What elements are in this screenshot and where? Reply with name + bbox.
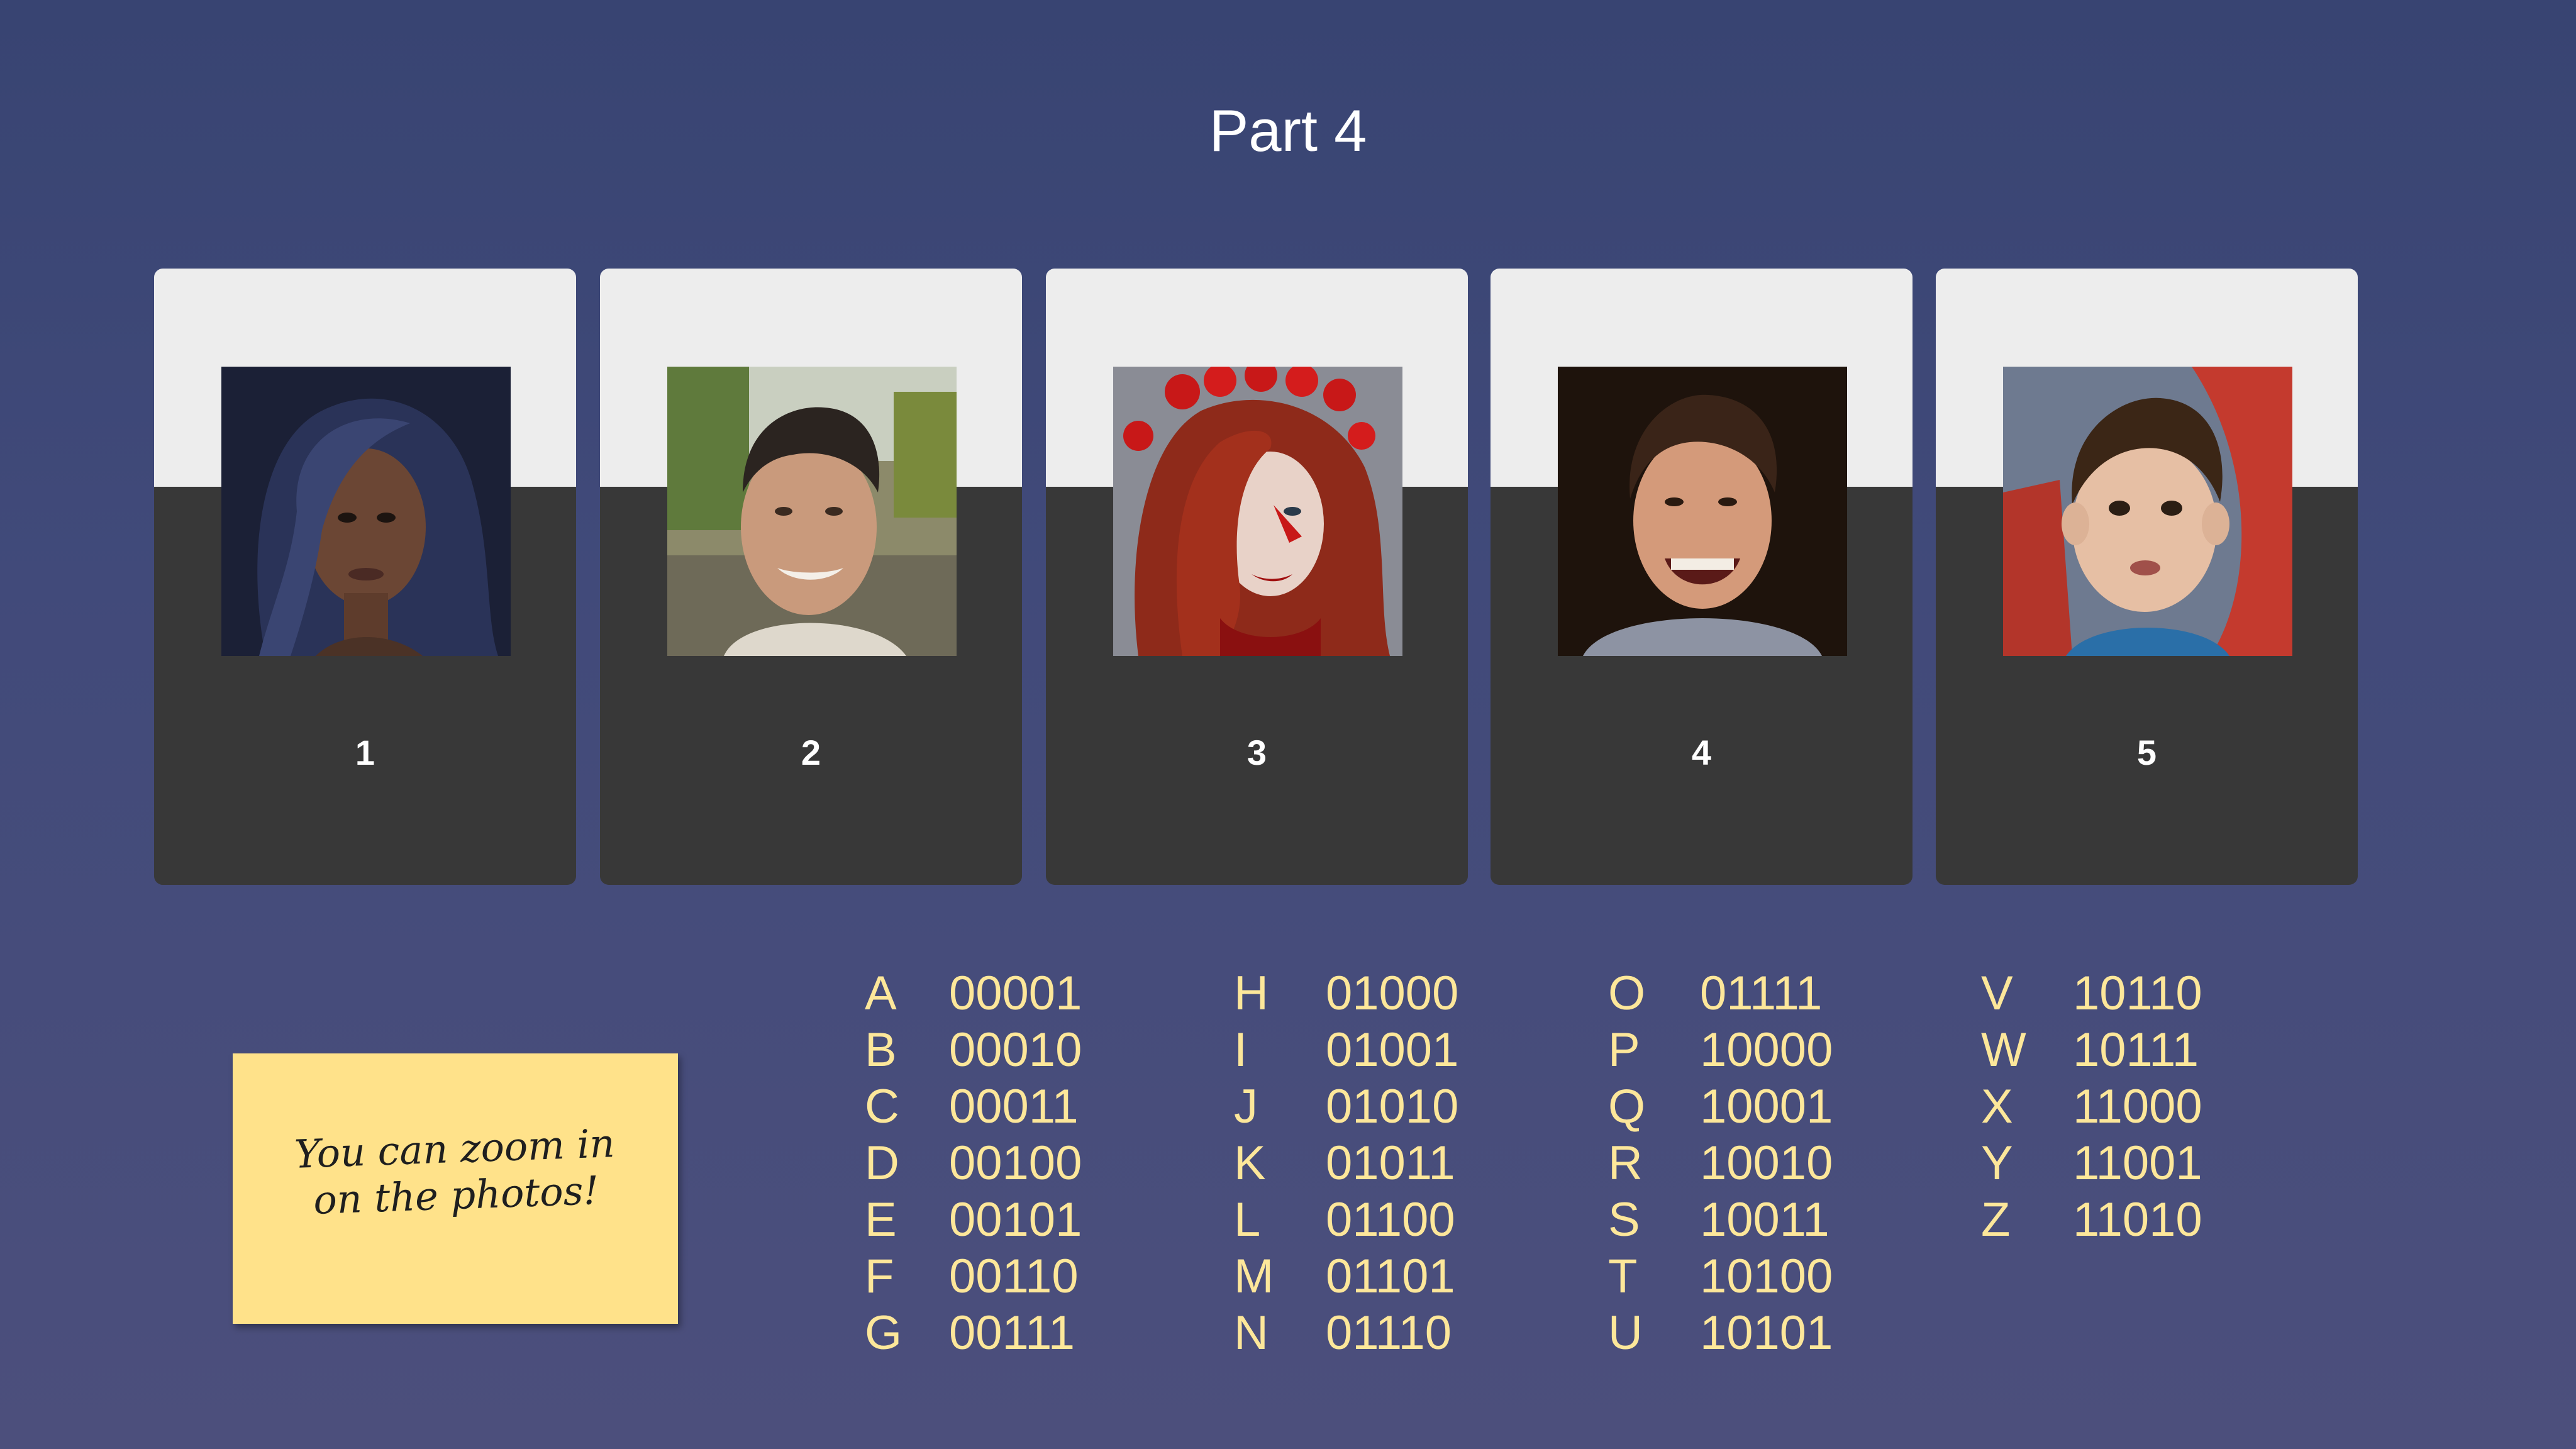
code-bits: 10011 [1700,1193,1829,1246]
code-letter: E [865,1193,897,1246]
photo-card-1[interactable]: 1 [154,269,576,885]
code-bits: 10101 [1700,1306,1833,1360]
portrait-young-boy-icon[interactable] [2003,367,2292,656]
portrait-smiling-man-icon[interactable] [667,367,957,656]
code-letter: Z [1981,1193,2011,1246]
code-bits: 01111 [1700,967,1823,1020]
code-letter: P [1608,1023,1640,1077]
code-bits: 01110 [1326,1306,1452,1360]
code-letter: Y [1981,1136,2013,1190]
photo-card-4[interactable]: 4 [1491,269,1913,885]
code-letter: L [1234,1193,1261,1246]
code-bits: 11001 [2073,1136,2202,1190]
code-letter: A [865,967,897,1020]
portrait-laughing-young-man-icon[interactable] [1558,367,1847,656]
code-letter: F [865,1250,894,1303]
slide-title: Part 4 [1209,97,1367,164]
photo-card-2[interactable]: 2 [600,269,1022,885]
code-bits: 01101 [1326,1250,1455,1303]
code-letter: W [1981,1023,2026,1077]
code-letter: Q [1608,1080,1646,1133]
card-number: 3 [1246,733,1267,772]
code-bits: 10010 [1700,1136,1833,1190]
code-bits: 00010 [949,1023,1082,1077]
code-bits: 01010 [1326,1080,1459,1133]
code-bits: 10001 [1700,1080,1833,1133]
code-letter: H [1234,967,1269,1020]
code-letter: R [1608,1136,1643,1190]
code-bits: 01011 [1326,1136,1455,1190]
sticky-note: You can zoom in on the photos! [233,1053,678,1324]
code-bits: 10111 [2073,1023,2199,1077]
code-bits: 01001 [1326,1023,1459,1077]
code-letter: N [1234,1306,1269,1360]
card-number: 2 [801,733,821,772]
code-letter: T [1608,1250,1638,1303]
portrait-woman-red-hair-roses-icon[interactable] [1113,367,1402,656]
code-bits: 00011 [949,1080,1079,1133]
portrait-woman-dark-hair-icon[interactable] [221,367,511,656]
code-letter: G [865,1306,902,1360]
code-letter: O [1608,967,1646,1020]
code-letter: C [865,1080,899,1133]
code-letter: I [1234,1023,1248,1077]
code-letter: V [1981,967,2013,1020]
code-bits: 10110 [2073,967,2202,1020]
card-number: 5 [2136,733,2157,772]
code-bits: 00100 [949,1136,1082,1190]
code-letter: J [1234,1080,1258,1133]
code-letter: K [1234,1136,1266,1190]
code-bits: 00101 [949,1193,1082,1246]
code-bits: 11010 [2073,1193,2202,1246]
code-bits: 10000 [1700,1023,1833,1077]
card-number: 1 [355,733,375,772]
code-bits: 01000 [1326,967,1459,1020]
code-letter: D [865,1136,899,1190]
code-letter: S [1608,1193,1640,1246]
code-bits: 00111 [949,1306,1075,1360]
code-bits: 10100 [1700,1250,1833,1303]
code-letter: B [865,1023,897,1077]
photo-card-5[interactable]: 5 [1936,269,2358,885]
sticky-note-text: You can zoom in on the photos! [269,1119,642,1225]
card-number: 4 [1691,733,1712,772]
photo-card-3[interactable]: 3 [1046,269,1468,885]
code-letter: X [1981,1080,2013,1133]
code-bits: 01100 [1326,1193,1455,1246]
code-letter: M [1234,1250,1274,1303]
code-bits: 00110 [949,1250,1079,1303]
code-letter: U [1608,1306,1643,1360]
code-bits: 00001 [949,967,1082,1020]
code-bits: 11000 [2073,1080,2202,1133]
